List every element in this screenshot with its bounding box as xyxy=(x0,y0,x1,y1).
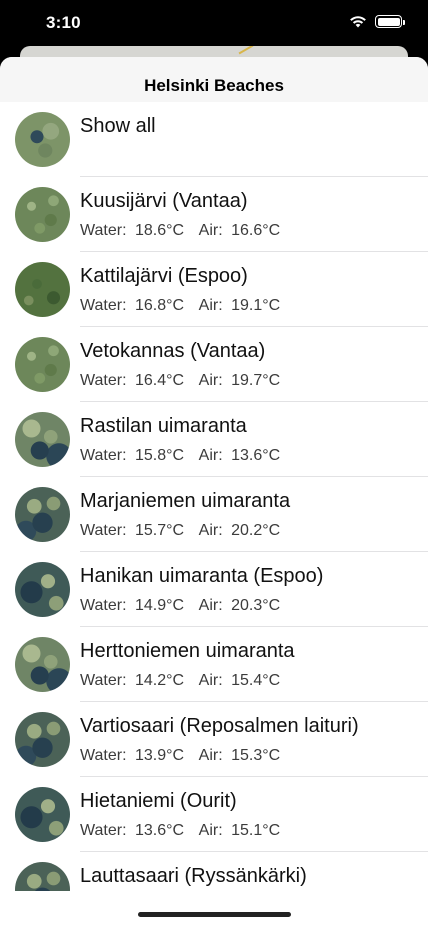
water-temperature: 14.9°C xyxy=(134,597,185,614)
air-label: Air: xyxy=(198,447,223,464)
water-label: Water: xyxy=(80,297,127,314)
water-label: Water: xyxy=(80,522,127,539)
beach-name: Herttoniemen uimaranta xyxy=(80,640,295,662)
water-label: Water: xyxy=(80,447,127,464)
water-temperature: 16.8°C xyxy=(134,297,185,314)
list-item[interactable]: Herttoniemen uimaranta Water: 14.2°C Air… xyxy=(0,627,428,702)
water-label: Water: xyxy=(80,672,127,689)
water-label: Water: xyxy=(80,372,127,389)
show-all-label: Show all xyxy=(80,115,156,137)
beach-temperatures: Water: 13.6°C Air: 15.1°C xyxy=(80,822,284,840)
water-temperature: 15.7°C xyxy=(134,522,185,539)
list-item[interactable]: Kuusijärvi (Vantaa) Water: 18.6°C Air: 1… xyxy=(0,177,428,252)
beach-list-sheet: Helsinki Beaches Show all Kuusijärvi (Va… xyxy=(0,57,428,926)
water-temperature: 13.6°C xyxy=(134,822,185,839)
beach-temperatures: Water: 15.8°C Air: 13.6°C xyxy=(80,447,284,465)
water-label: Water: xyxy=(80,222,127,239)
water-temperature: 15.8°C xyxy=(134,447,185,464)
beach-temperatures: Water: 15.7°C Air: 20.2°C xyxy=(80,522,284,540)
beach-temperatures: Water: 14.9°C Air: 20.3°C xyxy=(80,597,284,615)
beach-name: Lauttasaari (Ryssänkärki) xyxy=(80,865,307,887)
beach-name: Hanikan uimaranta (Espoo) xyxy=(80,565,324,587)
beach-name: Kattilajärvi (Espoo) xyxy=(80,265,248,287)
list-item[interactable]: Rastilan uimaranta Water: 15.8°C Air: 13… xyxy=(0,402,428,477)
map-thumbnail xyxy=(15,562,70,617)
water-temperature: 16.4°C xyxy=(134,372,185,389)
air-temperature: 20.3°C xyxy=(231,597,281,614)
wifi-icon xyxy=(349,15,367,28)
air-label: Air: xyxy=(198,672,223,689)
list-item[interactable]: Vetokannas (Vantaa) Water: 16.4°C Air: 1… xyxy=(0,327,428,402)
list-item[interactable]: Vartiosaari (Reposalmen laituri) Water: … xyxy=(0,702,428,777)
show-all-row[interactable]: Show all xyxy=(0,102,428,177)
air-label: Air: xyxy=(198,597,223,614)
beach-temperatures: Water: 13.9°C Air: 15.3°C xyxy=(80,747,284,765)
air-temperature: 15.3°C xyxy=(231,747,281,764)
home-indicator[interactable] xyxy=(138,912,291,917)
air-temperature: 19.7°C xyxy=(231,372,281,389)
beach-list[interactable]: Show all Kuusijärvi (Vantaa) Water: 18.6… xyxy=(0,102,428,891)
water-temperature: 13.9°C xyxy=(134,747,185,764)
page-title: Helsinki Beaches xyxy=(144,76,284,95)
map-thumbnail xyxy=(15,337,70,392)
water-temperature: 14.2°C xyxy=(134,672,185,689)
map-thumbnail xyxy=(15,787,70,842)
water-label: Water: xyxy=(80,822,127,839)
list-item[interactable]: Hanikan uimaranta (Espoo) Water: 14.9°C … xyxy=(0,552,428,627)
status-time: 3:10 xyxy=(46,13,81,32)
air-label: Air: xyxy=(198,522,223,539)
air-label: Air: xyxy=(198,822,223,839)
beach-temperatures: Water: 16.4°C Air: 19.7°C xyxy=(80,372,284,390)
air-temperature: 15.1°C xyxy=(231,822,281,839)
beach-temperatures: Water: 18.6°C Air: 16.6°C xyxy=(80,222,284,240)
water-label: Water: xyxy=(80,597,127,614)
navigation-bar: Helsinki Beaches xyxy=(0,57,428,102)
list-item[interactable]: Kattilajärvi (Espoo) Water: 16.8°C Air: … xyxy=(0,252,428,327)
air-label: Air: xyxy=(198,222,223,239)
water-temperature: 18.6°C xyxy=(134,222,185,239)
beach-name: Rastilan uimaranta xyxy=(80,415,247,437)
air-label: Air: xyxy=(198,297,223,314)
air-temperature: 13.6°C xyxy=(231,447,281,464)
map-thumbnail xyxy=(15,637,70,692)
air-label: Air: xyxy=(198,372,223,389)
beach-name: Marjaniemen uimaranta xyxy=(80,490,291,512)
air-temperature: 15.4°C xyxy=(231,672,281,689)
beach-temperatures: Water: 14.2°C Air: 15.4°C xyxy=(80,672,284,690)
air-temperature: 16.6°C xyxy=(231,222,281,239)
beach-temperatures: Water: 16.8°C Air: 19.1°C xyxy=(80,297,284,315)
list-item[interactable]: Hietaniemi (Ourit) Water: 13.6°C Air: 15… xyxy=(0,777,428,852)
map-thumbnail xyxy=(15,412,70,467)
beach-name: Kuusijärvi (Vantaa) xyxy=(80,190,248,212)
beach-name: Hietaniemi (Ourit) xyxy=(80,790,237,812)
beach-name: Vetokannas (Vantaa) xyxy=(80,340,266,362)
map-thumbnail xyxy=(15,862,70,891)
list-item[interactable]: Marjaniemen uimaranta Water: 15.7°C Air:… xyxy=(0,477,428,552)
map-thumbnail xyxy=(15,487,70,542)
status-icons xyxy=(349,15,405,28)
map-thumbnail xyxy=(15,112,70,167)
status-bar: 3:10 xyxy=(0,0,428,48)
air-temperature: 19.1°C xyxy=(231,297,281,314)
air-label: Air: xyxy=(198,747,223,764)
list-item[interactable]: Lauttasaari (Ryssänkärki) xyxy=(0,852,428,891)
map-thumbnail xyxy=(15,187,70,242)
beach-name: Vartiosaari (Reposalmen laituri) xyxy=(80,715,359,737)
battery-icon xyxy=(375,15,405,28)
map-thumbnail xyxy=(15,262,70,317)
air-temperature: 20.2°C xyxy=(231,522,281,539)
water-label: Water: xyxy=(80,747,127,764)
map-thumbnail xyxy=(15,712,70,767)
